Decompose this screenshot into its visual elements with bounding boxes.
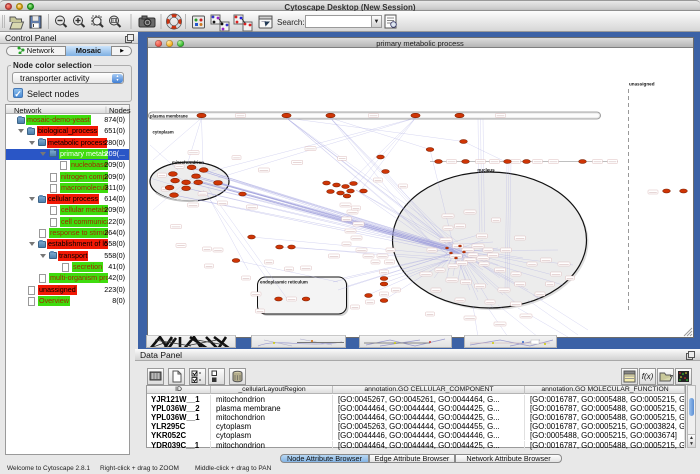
- svg-text:unassigned: unassigned: [629, 82, 655, 87]
- svg-text:cytoplasm: cytoplasm: [152, 130, 173, 135]
- svg-text:plasma membrane: plasma membrane: [150, 113, 188, 118]
- svg-text:endoplasmic reticulum: endoplasmic reticulum: [260, 280, 308, 285]
- svg-text:nucleus: nucleus: [477, 168, 495, 173]
